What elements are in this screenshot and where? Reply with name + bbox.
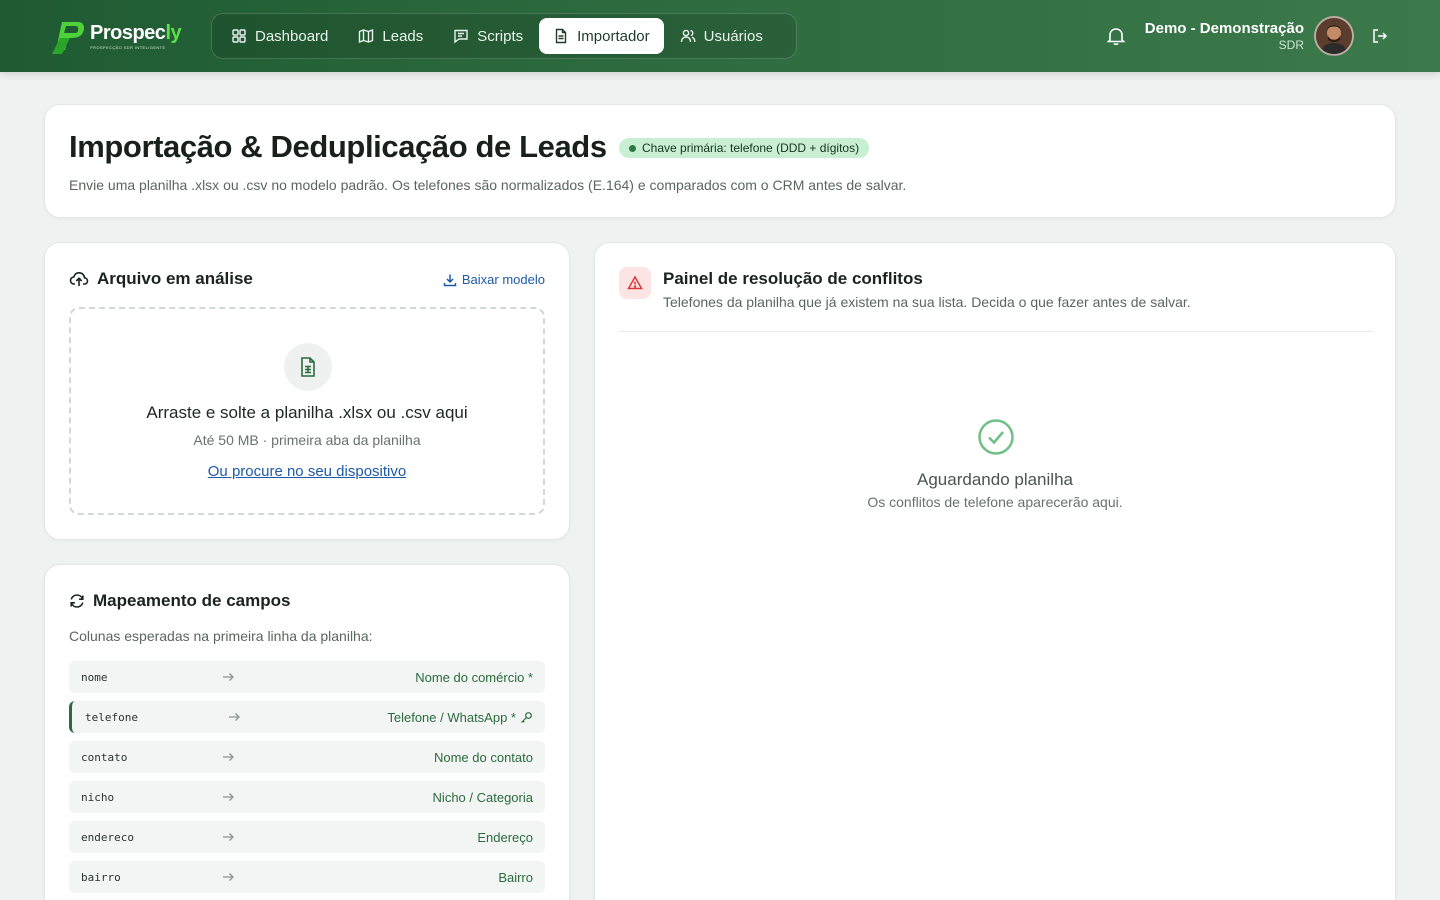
status-dot-icon [629, 144, 636, 152]
nav-item-usuarios[interactable]: Usuários [666, 18, 777, 54]
mapping-target: Nome do contato [433, 749, 533, 765]
avatar[interactable] [1314, 16, 1354, 56]
nav-label: Scripts [477, 27, 524, 45]
page-title: Importação & Deduplicação de Leads [69, 129, 607, 164]
download-label: Baixar modelo [461, 272, 545, 287]
mapping-description: Colunas esperadas na primeira linha da p… [69, 628, 373, 644]
mapping-target: Bairro [498, 869, 533, 885]
upload-card: Arquivo em análise Baixar modelo Arraste… [44, 242, 570, 540]
mapping-target: Telefone / WhatsApp * [387, 710, 533, 725]
notification-bell-icon[interactable] [1105, 25, 1127, 47]
main-nav: Dashboard Leads Scripts Importador Usuár… [211, 13, 797, 59]
mapping-row-primary-key: telefone Telefone / WhatsApp * [69, 701, 545, 733]
empty-state-subtitle: Os conflitos de telefone aparecerão aqui… [867, 494, 1123, 510]
arrow-right-icon [223, 873, 234, 881]
mapping-row: bairro Bairro [69, 861, 545, 893]
nav-label: Dashboard [255, 27, 329, 45]
nav-label: Usuários [703, 27, 763, 45]
brand-name: Prospecly [90, 22, 182, 44]
file-dropzone[interactable]: Arraste e solte a planilha .xlsx ou .csv… [69, 307, 545, 515]
mapping-row: endereco Endereço [69, 821, 545, 853]
nav-label: Leads [382, 27, 424, 45]
divider [619, 331, 1373, 332]
logout-icon[interactable] [1370, 26, 1390, 46]
empty-state-title: Aguardando planilha [917, 470, 1073, 489]
map-icon [359, 28, 374, 44]
grid-icon [232, 29, 246, 43]
arrow-right-icon [223, 673, 234, 681]
dropzone-icon-wrap [284, 343, 332, 391]
upload-card-title: Arquivo em análise [97, 269, 253, 288]
nav-item-scripts[interactable]: Scripts [439, 18, 537, 54]
arrow-right-icon [223, 833, 234, 841]
arrow-right-icon [223, 793, 234, 801]
mapping-target: Nome do comércio * [415, 669, 533, 685]
user-role: SDR [1278, 38, 1304, 52]
refresh-icon [70, 594, 84, 608]
page-header-card: Importação & Deduplicação de Leads Chave… [44, 104, 1396, 218]
cloud-upload-icon [69, 271, 89, 286]
mapping-card-header: Mapeamento de campos [69, 591, 290, 611]
mapping-target: Nicho / Categoria [432, 789, 533, 805]
mapping-column: nicho [81, 790, 115, 804]
arrow-right-icon [223, 753, 234, 761]
mapping-list: nome Nome do comércio * telefone Telefon… [69, 661, 545, 900]
file-icon [555, 28, 567, 44]
arrow-right-icon [229, 713, 240, 721]
nav-item-importador[interactable]: Importador [539, 18, 664, 54]
users-icon [680, 29, 696, 43]
badge-text: Chave primária: telefone (DDD + dígitos) [642, 141, 860, 155]
download-icon [443, 274, 457, 286]
warning-icon-box [619, 267, 651, 299]
mapping-column: endereco [81, 830, 134, 844]
conflict-panel-title: Painel de resolução de conflitos [663, 269, 923, 288]
conflict-panel-card: Painel de resolução de conflitos Telefon… [594, 242, 1396, 900]
mapping-target: Endereço [477, 829, 533, 845]
user-name: Demo - Demonstração [1144, 20, 1304, 37]
mapping-row: nicho Nicho / Categoria [69, 781, 545, 813]
mapping-column: contato [81, 750, 128, 764]
nav-item-leads[interactable]: Leads [344, 18, 437, 54]
page-description: Envie uma planilha .xlsx ou .csv no mode… [69, 177, 907, 193]
nav-label: Importador [577, 27, 650, 45]
browse-device-link[interactable]: Ou procure no seu dispositivo [71, 463, 543, 480]
logo-mark-icon [48, 16, 88, 56]
brand-tagline: Prospecção SDR inteligente [90, 45, 166, 50]
mapping-row: contato Nome do contato [69, 741, 545, 773]
key-icon [521, 711, 532, 723]
dropzone-title: Arraste e solte a planilha .xlsx ou .csv… [146, 403, 468, 422]
download-template-link[interactable]: Baixar modelo [443, 272, 545, 287]
primary-key-badge: Chave primária: telefone (DDD + dígitos) [619, 138, 870, 158]
conflict-panel-description: Telefones da planilha que já existem na … [663, 294, 1191, 310]
dropzone-subtitle: Até 50 MB · primeira aba da planilha [193, 432, 421, 448]
mapping-column: nome [81, 670, 108, 684]
mapping-card-title: Mapeamento de campos [93, 591, 291, 610]
nav-item-dashboard[interactable]: Dashboard [217, 18, 342, 54]
upload-card-header: Arquivo em análise [69, 269, 253, 289]
brand-logo[interactable]: Prospecly Prospecção SDR inteligente [48, 16, 188, 56]
check-circle-icon [978, 419, 1014, 455]
spreadsheet-file-icon [301, 357, 315, 377]
mapping-row: nome Nome do comércio * [69, 661, 545, 693]
message-icon [454, 29, 468, 44]
warning-triangle-icon [627, 275, 643, 290]
mapping-column: telefone [85, 710, 138, 724]
field-mapping-card: Mapeamento de campos Colunas esperadas n… [44, 564, 570, 900]
mapping-column: bairro [81, 870, 121, 884]
top-bar: Prospecly Prospecção SDR inteligente Das… [0, 0, 1440, 72]
user-info[interactable]: Demo - Demonstração SDR [1145, 20, 1304, 52]
